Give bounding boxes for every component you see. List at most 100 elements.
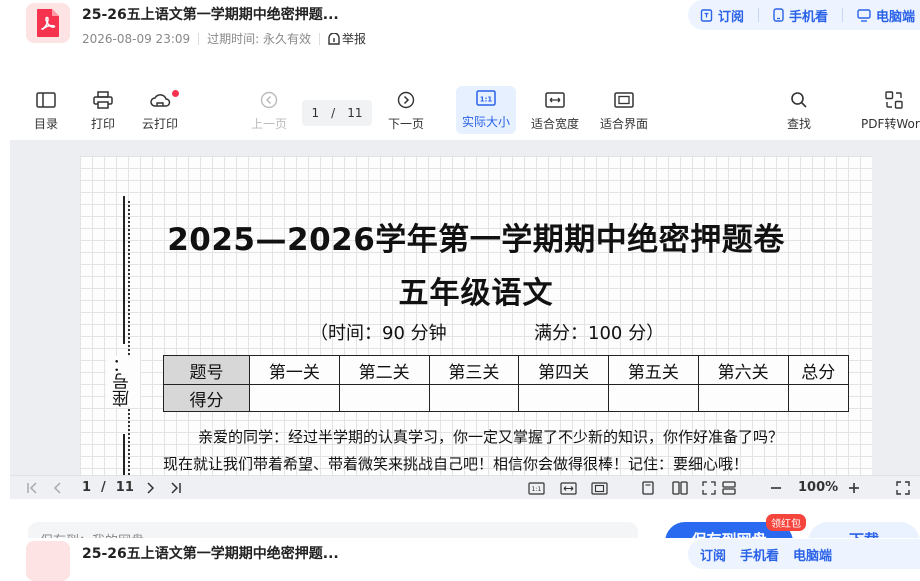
table-cell [518, 384, 609, 412]
desktop-view-button[interactable]: 电脑端 [793, 545, 832, 564]
subscribe-label: 订阅 [700, 548, 727, 564]
fit-page-small-button[interactable] [591, 479, 608, 497]
convert-icon [882, 88, 906, 112]
mobile-view-button[interactable]: 手机看 [773, 6, 828, 25]
exam-subtitle: 五年级语文 [398, 276, 554, 311]
divider [198, 32, 200, 45]
document-title: 25-26五上语文第一学期期中绝密押题... [82, 7, 339, 23]
pdf-toolbar: 目录 打印 云打印 上一页 1 / 11 下一页 1:1 实际大小 适合宽度 适… [0, 80, 920, 138]
exam-title: 2025—2026学年第一学期期中绝密押题卷 [167, 222, 785, 258]
prev-page-small-button[interactable] [52, 479, 64, 497]
scroll-pages-icon [722, 481, 736, 495]
plus-icon [849, 483, 859, 493]
next-page-label: 下一页 [388, 117, 425, 131]
search-button[interactable]: 查找 [787, 88, 811, 132]
fit-page-icon [612, 88, 636, 112]
table-cell [787, 384, 849, 412]
subscribe-button[interactable]: 订阅 [700, 6, 744, 25]
current-page: 1 [311, 106, 320, 120]
minus-icon [771, 487, 781, 489]
double-page-button[interactable] [672, 479, 688, 497]
document-title: 25-26五上语文第一学期期中绝密押题... [82, 546, 339, 562]
table-cell [249, 384, 340, 412]
toc-label: 目录 [34, 117, 59, 131]
document-meta: 2026-08-09 23:09 过期时间: 永久有效 举报 [82, 30, 366, 47]
divider [842, 8, 844, 22]
next-page-small-button[interactable] [144, 479, 156, 497]
prev-page-label: 上一页 [251, 117, 288, 131]
scroll-mode-button[interactable] [722, 479, 736, 497]
table-cell: 题号 [163, 355, 250, 385]
score-table: 题号 第一关 第二关 第三关 第四关 第五关 第六关 总分 得分 [163, 355, 849, 412]
mobile-view-button[interactable]: 手机看 [740, 545, 779, 564]
exam-time: （时间：90 分钟 [310, 323, 447, 344]
bookmark-icon [700, 8, 713, 22]
table-row: 题号 第一关 第二关 第三关 第四关 第五关 第六关 总分 [163, 355, 849, 385]
viewer-status-bar: 1 / 11 1:1 100% [10, 475, 920, 499]
actual-size-small-button[interactable]: 1:1 [528, 479, 545, 497]
mobile-view-label: 手机看 [789, 9, 829, 25]
next-page-button[interactable]: 下一页 [388, 88, 424, 132]
table-cell [608, 384, 699, 412]
zoom-in-button[interactable] [848, 479, 860, 497]
table-cell: 得分 [163, 384, 250, 412]
fit-page-button[interactable]: 适合界面 [600, 88, 648, 132]
expiry-value: 永久有效 [263, 32, 312, 46]
red-packet-badge: 领红包 [766, 514, 806, 531]
desktop-view-button[interactable]: 电脑端 [857, 6, 915, 25]
fit-width-button[interactable]: 适合宽度 [531, 88, 579, 132]
search-label: 查找 [787, 117, 812, 131]
intro-paragraph-line: 亲爱的同学：经过半学期的认真学习，你一定又掌握了不少新的知识，你作好准备了吗？ [198, 428, 784, 446]
table-cell: 第六关 [697, 355, 789, 385]
report-icon [328, 32, 340, 45]
last-page-button[interactable] [168, 479, 182, 497]
single-page-button[interactable] [642, 479, 654, 497]
fit-width-small-button[interactable] [560, 479, 577, 497]
intro-paragraph-line: 现在就让我们带着希望、带着微笑来挑战自己吧！相信你会做得很棒！记住：要细心哦！ [163, 455, 749, 473]
actual-size-button[interactable]: 1:1 实际大小 [456, 86, 517, 134]
document-header: 25-26五上语文第一学期期中绝密押题... 2026-08-09 23:09 … [0, 0, 920, 56]
printer-icon [91, 88, 115, 112]
actual-size-label: 实际大小 [462, 115, 511, 129]
total-pages: 11 [115, 480, 134, 495]
page-separator: / [331, 106, 336, 120]
table-cell [428, 384, 520, 412]
print-label: 打印 [91, 117, 116, 131]
zoom-out-button[interactable] [770, 479, 782, 497]
report-link[interactable]: 举报 [328, 30, 366, 47]
svg-text:1:1: 1:1 [480, 96, 493, 104]
table-cell: 第五关 [608, 355, 699, 385]
divider [758, 8, 760, 22]
chevron-right-circle-icon [394, 88, 418, 112]
page-input[interactable]: 1 / 11 [302, 100, 372, 126]
search-icon [787, 88, 811, 112]
fit-width-label: 适合宽度 [531, 117, 580, 131]
notification-dot [172, 90, 179, 97]
document-viewer[interactable]: 座号： 2025—2026学年第一学期期中绝密押题卷 五年级语文 （时间：90 … [10, 140, 920, 475]
cloud-icon [148, 88, 172, 112]
last-page-icon [171, 482, 181, 494]
first-page-icon [27, 482, 37, 494]
fit-page-icon [591, 481, 608, 495]
prev-page-button[interactable]: 上一页 [251, 88, 287, 132]
table-cell: 第二关 [338, 355, 430, 385]
toc-button[interactable]: 目录 [34, 88, 58, 132]
pdf-to-word-button[interactable]: PDF转Word [861, 88, 920, 132]
pdf-file-icon [26, 3, 70, 43]
binding-line [123, 434, 125, 475]
fullscreen-button[interactable] [896, 479, 910, 497]
view-actions: 订阅 手机看 电脑端 [688, 539, 920, 569]
table-cell [338, 384, 430, 412]
first-page-button[interactable] [26, 479, 40, 497]
table-cell: 第三关 [428, 355, 520, 385]
print-button[interactable]: 打印 [91, 88, 115, 132]
upload-date: 2026-08-09 23:09 [82, 31, 191, 46]
subscribe-button[interactable]: 订阅 [700, 545, 726, 564]
fullscreen-fit-button[interactable] [702, 479, 716, 497]
svg-text:1:1: 1:1 [532, 486, 542, 493]
fit-page-label: 适合界面 [600, 117, 649, 131]
chevron-left-icon [53, 482, 61, 494]
report-label: 举报 [342, 32, 367, 46]
seat-label: 座号： [106, 356, 140, 407]
table-cell [697, 384, 789, 412]
